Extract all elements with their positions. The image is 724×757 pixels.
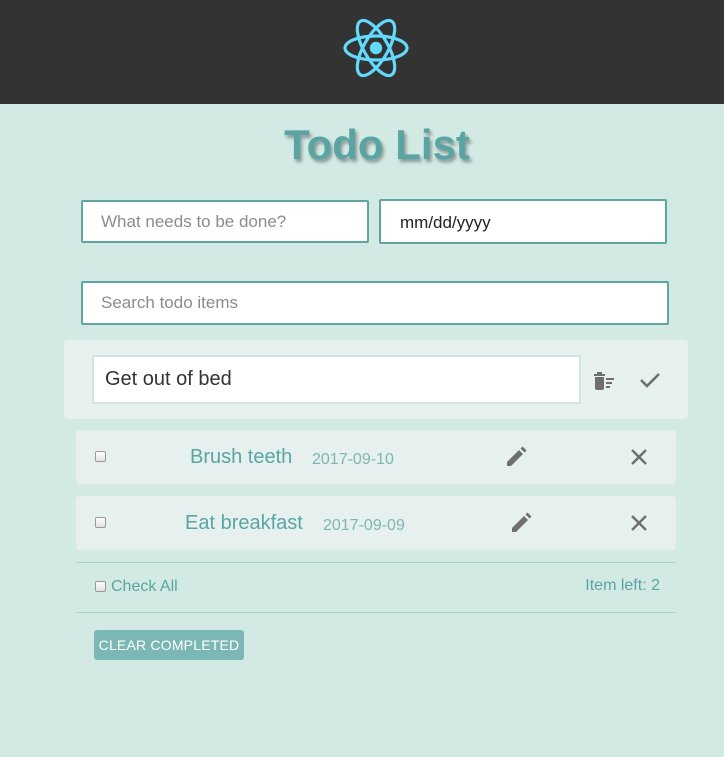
items-left-counter: Item left: 2 xyxy=(585,577,660,595)
edit-todo-input[interactable] xyxy=(92,355,581,404)
todo-date: 2017-09-09 xyxy=(323,517,405,534)
delete-sweep-icon[interactable] xyxy=(590,367,616,393)
page-title: Todo List xyxy=(284,121,470,168)
todo-item: Eat breakfast 2017-09-09 xyxy=(76,496,676,550)
check-all-checkbox[interactable] xyxy=(95,581,106,592)
pencil-icon[interactable] xyxy=(503,444,529,470)
check-all-label[interactable]: Check All xyxy=(111,578,178,596)
search-input[interactable] xyxy=(81,281,669,325)
items-left-label: Item left: xyxy=(585,577,647,594)
close-icon[interactable] xyxy=(626,510,652,536)
todo-text: Brush teeth xyxy=(190,446,293,468)
divider xyxy=(76,562,676,563)
todo-item: Brush teeth 2017-09-10 xyxy=(76,430,676,484)
divider xyxy=(76,612,676,613)
new-todo-input[interactable] xyxy=(81,200,369,243)
due-date-input[interactable]: mm/dd/yyyy xyxy=(379,199,667,244)
date-placeholder-text: mm/dd/yyyy xyxy=(400,213,491,232)
close-icon[interactable] xyxy=(626,444,652,470)
edit-todo-panel xyxy=(64,340,688,419)
todo-text: Eat breakfast xyxy=(185,512,303,534)
todo-checkbox[interactable] xyxy=(95,517,106,528)
react-atom-icon xyxy=(343,18,409,78)
items-left-count: 2 xyxy=(651,577,660,594)
todo-checkbox[interactable] xyxy=(95,451,106,462)
check-icon[interactable] xyxy=(637,367,663,393)
todo-date: 2017-09-10 xyxy=(312,451,394,468)
clear-completed-button[interactable]: CLEAR COMPLETED xyxy=(94,630,244,660)
app-header xyxy=(0,0,724,104)
pencil-icon[interactable] xyxy=(508,510,534,536)
